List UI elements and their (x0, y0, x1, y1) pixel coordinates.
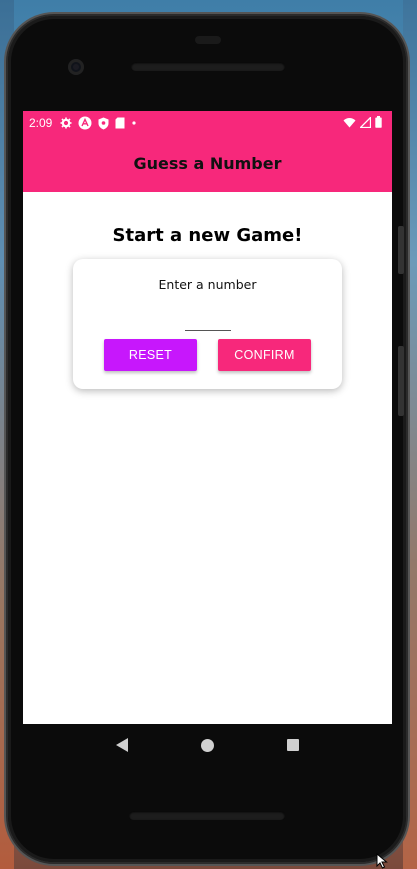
number-input[interactable] (185, 309, 231, 331)
system-icons (343, 116, 382, 128)
page-title: Start a new Game! (112, 225, 303, 246)
shield-icon (98, 117, 109, 129)
app-screen: 2:09 Guess a Number Start a new Game! En… (23, 111, 392, 724)
app-title: Guess a Number (133, 154, 282, 173)
front-camera (68, 59, 84, 75)
back-icon[interactable] (115, 738, 128, 752)
recents-icon[interactable] (287, 739, 300, 751)
earpiece-speaker (131, 62, 285, 71)
status-time: 2:09 (29, 116, 53, 130)
mouse-cursor-icon (376, 853, 388, 869)
navigation-bar (23, 724, 392, 766)
android-a-icon (78, 116, 92, 130)
sensor (195, 36, 221, 44)
volume-button (398, 346, 404, 416)
battery-icon (375, 116, 382, 128)
power-button (398, 226, 404, 274)
bottom-speaker (129, 811, 285, 820)
number-label: Enter a number (158, 277, 257, 292)
phone-frame: 2:09 Guess a Number Start a new Game! En… (8, 16, 406, 862)
input-card: Enter a number RESET CONFIRM (73, 259, 342, 389)
wifi-icon (343, 117, 356, 127)
dot-icon (132, 121, 136, 125)
status-bar: 2:09 (23, 111, 392, 135)
notification-icons (60, 116, 137, 130)
gear-icon (60, 117, 72, 129)
confirm-button[interactable]: CONFIRM (218, 339, 311, 371)
signal-icon (360, 116, 371, 128)
sd-card-icon (115, 117, 125, 129)
reset-button[interactable]: RESET (104, 339, 197, 371)
home-icon[interactable] (200, 738, 214, 752)
app-header: Guess a Number (23, 135, 392, 192)
